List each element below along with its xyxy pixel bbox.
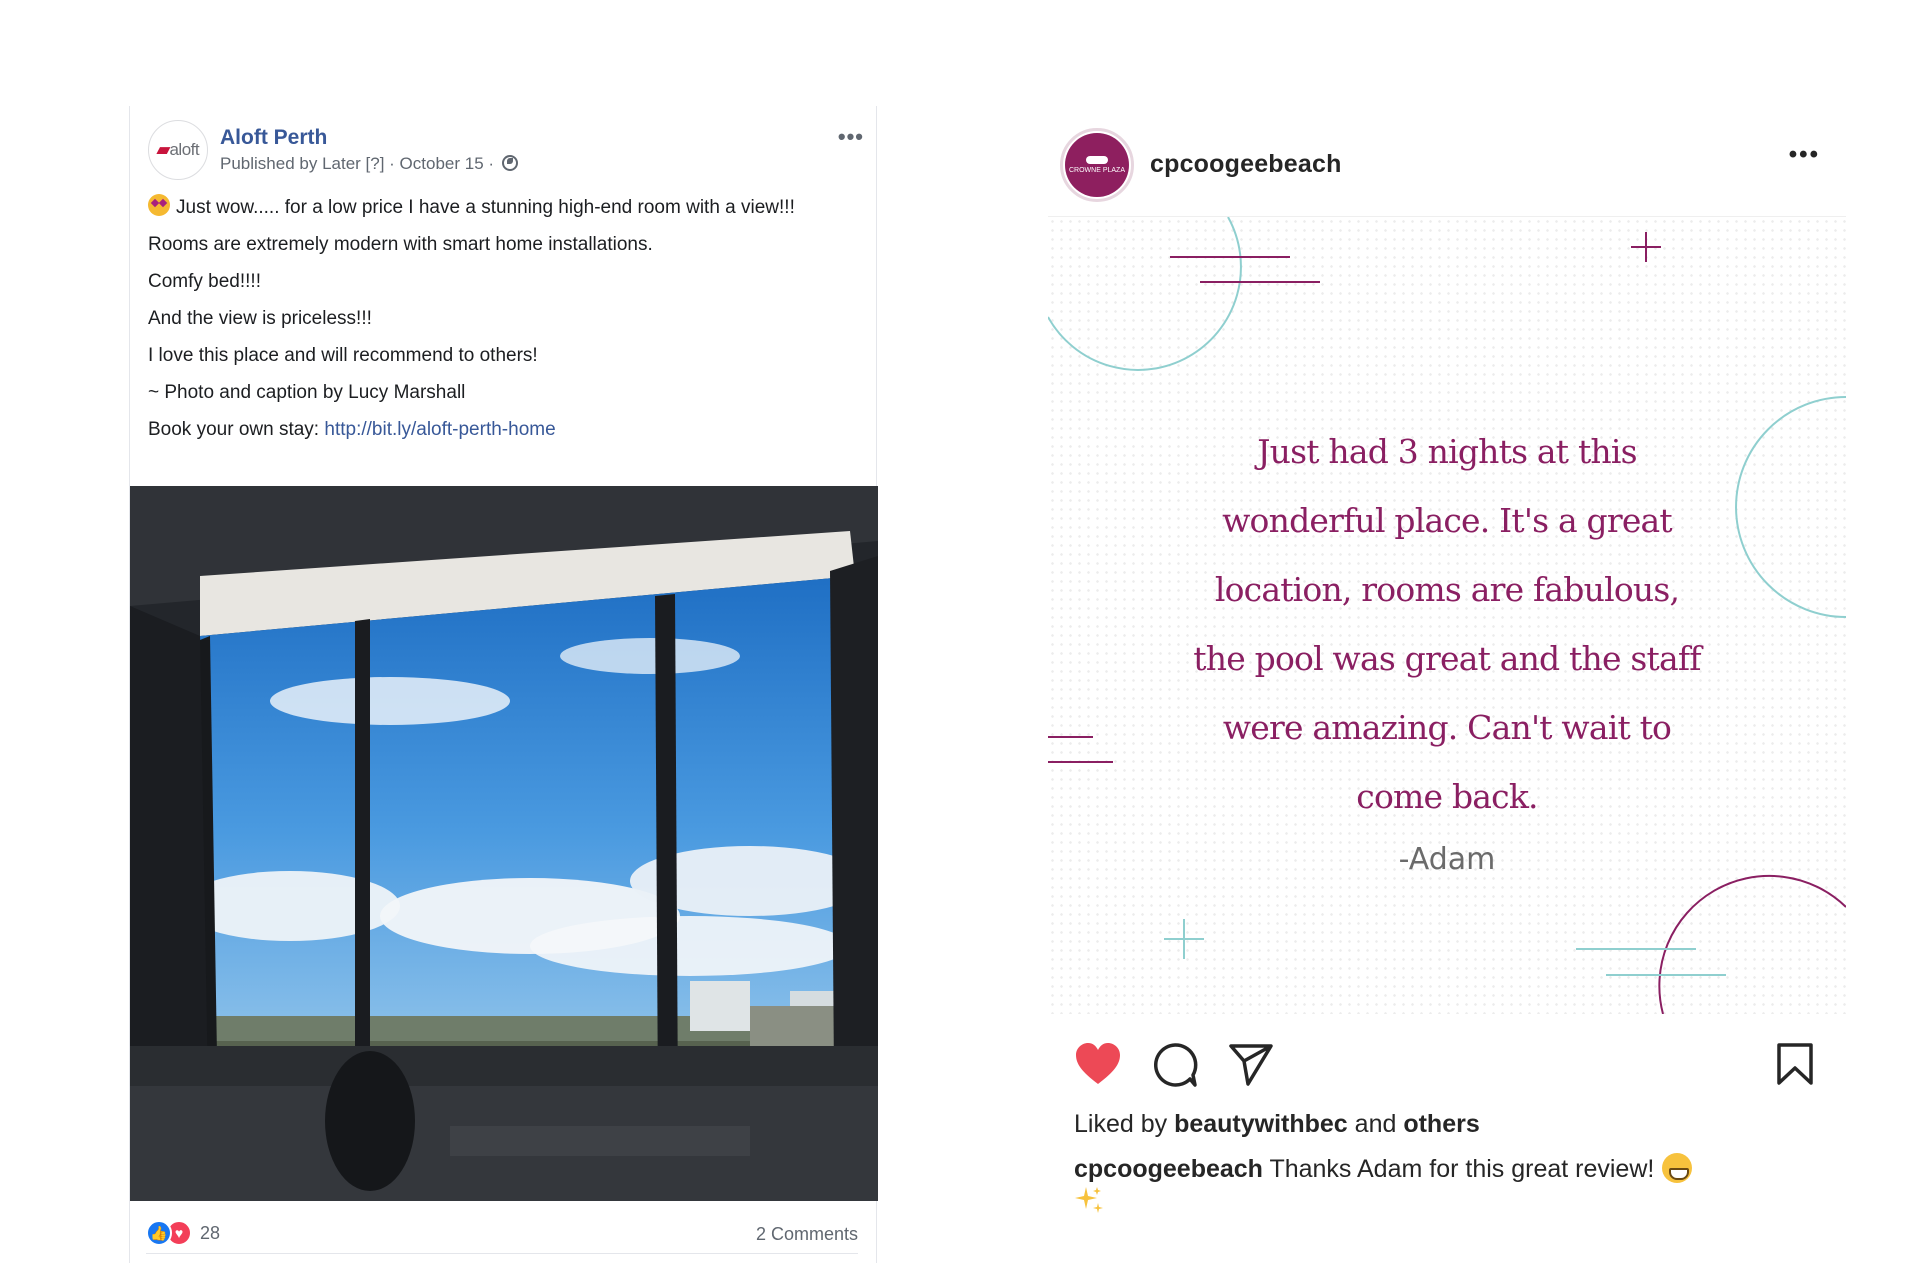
caption-text: Thanks Adam for this great review! xyxy=(1262,1155,1655,1183)
book-stay-line: Book your own stay: http://bit.ly/aloft-… xyxy=(148,419,556,440)
post-line: Rooms are extremely modern with smart ho… xyxy=(148,234,653,255)
crowne-plaza-logo: CROWNE PLAZA xyxy=(1065,133,1129,197)
action-bar xyxy=(1048,1014,1846,1104)
post-line: And the view is priceless!!! xyxy=(148,308,372,329)
page-name-link[interactable]: Aloft Perth xyxy=(220,126,327,150)
review-author: -Adam xyxy=(1398,842,1496,877)
bookmark-icon[interactable] xyxy=(1776,1042,1814,1091)
more-options-icon[interactable]: ••• xyxy=(838,126,864,148)
reactions-summary[interactable]: 👍 ♥ 28 xyxy=(146,1220,220,1246)
review-image[interactable]: Just had 3 nights at this wonderful plac… xyxy=(1048,217,1846,1014)
facebook-post: ▰aloft Aloft Perth Published by Later [?… xyxy=(129,106,878,1263)
post-footer: 👍 ♥ 28 2 Comments xyxy=(146,1214,858,1254)
post-line: Comfy bed!!!! xyxy=(148,271,261,292)
post-text: Just wow..... for a low price I have a s… xyxy=(148,194,836,453)
post-header: ▰aloft Aloft Perth Published by Later [?… xyxy=(148,120,876,180)
post-line: I love this place and will recommend to … xyxy=(148,345,538,366)
grinning-emoji-icon xyxy=(1662,1153,1693,1183)
reaction-count: 28 xyxy=(200,1222,221,1243)
liked-by-others-link[interactable]: others xyxy=(1403,1110,1479,1138)
likes-summary: Liked by beautywithbec and others xyxy=(1074,1110,1480,1138)
post-line: ~ Photo and caption by Lucy Marshall xyxy=(148,382,466,403)
instagram-post: CROWNE PLAZA cpcoogeebeach ••• Just had … xyxy=(1048,110,1846,1250)
comment-icon[interactable] xyxy=(1152,1042,1198,1093)
room-window-view-image xyxy=(130,486,878,1201)
aloft-logo: ▰aloft xyxy=(156,140,200,159)
page-avatar[interactable]: ▰aloft xyxy=(148,120,208,180)
sparkles-emoji-icon xyxy=(1075,1187,1103,1213)
heart-icon[interactable] xyxy=(1074,1042,1122,1091)
username-link[interactable]: cpcoogeebeach xyxy=(1150,150,1342,179)
liked-by-user-link[interactable]: beautywithbec xyxy=(1174,1110,1348,1138)
profile-avatar[interactable]: CROWNE PLAZA xyxy=(1060,128,1134,202)
post-meta: Published by Later [?] · October 15 · xyxy=(220,154,518,174)
post-header: CROWNE PLAZA cpcoogeebeach ••• xyxy=(1048,110,1846,217)
review-quote: Just had 3 nights at this wonderful plac… xyxy=(1193,432,1701,816)
post-meta-text: Published by Later [?] · October 15 · xyxy=(220,154,495,173)
star-struck-emoji-icon xyxy=(148,194,170,216)
post-line: Just wow..... for a low price I have a s… xyxy=(148,194,836,222)
post-caption: cpcoogeebeach Thanks Adam for this great… xyxy=(1074,1153,1826,1215)
globe-icon xyxy=(501,155,518,171)
booking-link[interactable]: http://bit.ly/aloft-perth-home xyxy=(324,419,555,440)
like-reaction-icon: 👍 xyxy=(146,1220,172,1246)
comments-count-link[interactable]: 2 Comments xyxy=(756,1224,858,1245)
post-photo[interactable] xyxy=(130,486,878,1201)
share-icon[interactable] xyxy=(1228,1042,1274,1091)
caption-username-link[interactable]: cpcoogeebeach xyxy=(1074,1155,1263,1183)
more-options-icon[interactable]: ••• xyxy=(1789,143,1820,167)
